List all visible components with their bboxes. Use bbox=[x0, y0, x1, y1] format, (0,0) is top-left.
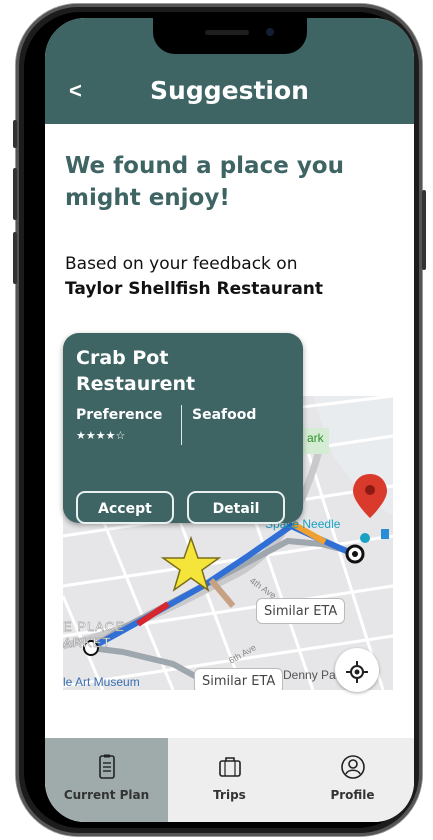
card-divider bbox=[181, 405, 182, 445]
speaker-grill bbox=[205, 30, 249, 35]
accept-button[interactable]: Accept bbox=[76, 491, 174, 524]
eta-bubble[interactable]: Similar ETA bbox=[194, 668, 284, 690]
user-icon bbox=[340, 755, 365, 779]
place-card: Crab Pot Restaurent Preference Seafood ★… bbox=[63, 333, 303, 524]
briefcase-icon bbox=[218, 757, 241, 777]
map-label-art-museum: le Art Museum bbox=[63, 675, 140, 689]
volume-up-button bbox=[13, 168, 17, 220]
feedback-restaurant: Taylor Shellfish Restaurant bbox=[65, 279, 324, 299]
tab-current-plan[interactable]: Current Plan bbox=[45, 738, 168, 822]
clipboard-icon bbox=[98, 754, 115, 779]
front-camera bbox=[266, 28, 274, 36]
crosshair-icon bbox=[346, 660, 368, 683]
preference-label: Preference bbox=[76, 407, 163, 423]
tab-label: Profile bbox=[330, 788, 375, 802]
rating-stars: ★★★★☆ bbox=[76, 429, 126, 442]
page-title: Suggestion bbox=[150, 76, 309, 105]
volume-down-button bbox=[13, 232, 17, 284]
tab-bar: Current Plan Trips Profile bbox=[45, 738, 414, 822]
landmark-icon bbox=[360, 533, 370, 543]
tab-label: Current Plan bbox=[63, 788, 150, 802]
tab-trips[interactable]: Trips bbox=[168, 738, 291, 822]
detail-button[interactable]: Detail bbox=[187, 491, 285, 524]
feedback-text: Based on your feedback on Taylor Shellfi… bbox=[65, 252, 395, 302]
place-name: Crab Pot Restaurent bbox=[76, 347, 196, 395]
app-screen: < Suggestion We found a place you might … bbox=[45, 18, 414, 822]
notch bbox=[153, 18, 307, 54]
tab-label: Trips bbox=[213, 788, 246, 802]
route-end-dot bbox=[352, 551, 358, 557]
map-label-park: ark bbox=[307, 431, 325, 445]
locate-button[interactable] bbox=[335, 648, 379, 692]
suggestion-headline: We found a place you might enjoy! bbox=[65, 153, 344, 211]
tab-profile[interactable]: Profile bbox=[291, 738, 414, 822]
map-label-place-market-2: ARKET bbox=[63, 635, 111, 650]
parking-icon bbox=[381, 529, 389, 539]
feedback-prefix: Based on your feedback on bbox=[65, 254, 298, 274]
mute-switch bbox=[13, 120, 17, 148]
eta-bubble[interactable]: Similar ETA bbox=[256, 598, 346, 624]
power-button bbox=[422, 190, 426, 270]
category-label: Seafood bbox=[192, 407, 257, 423]
map-label-place-market-1: E PLACE bbox=[63, 619, 125, 634]
